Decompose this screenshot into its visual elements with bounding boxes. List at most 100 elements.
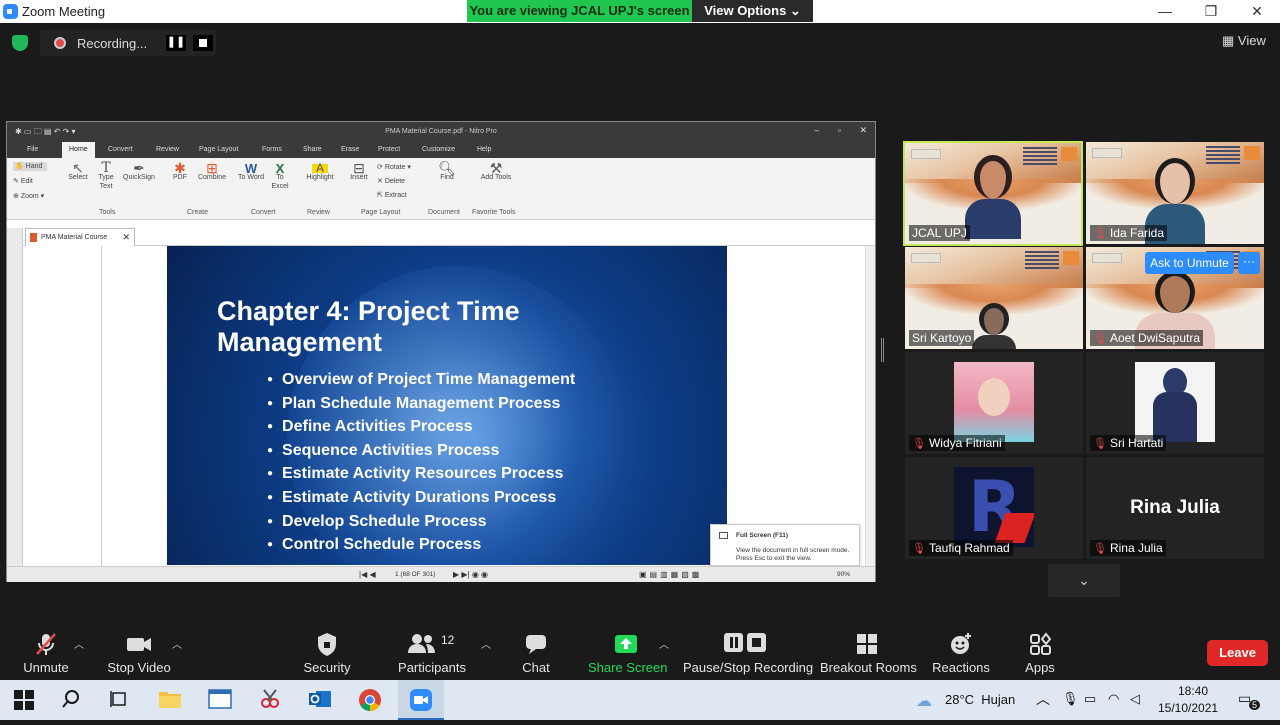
search-icon[interactable] [60,688,84,712]
video-tile-rina-julia[interactable]: Rina Julia 🎙︎ Rina Julia [1086,457,1264,559]
participant-video [972,303,1016,349]
video-tile-sri-kartoyo[interactable]: Sri Kartoyo [905,247,1083,349]
to-excel-button[interactable]: X To Excel [267,162,293,191]
edit-tool[interactable]: ✎ Edit [13,177,33,186]
apps-button[interactable]: Apps [1020,631,1060,675]
bullet-item: Overview of Project Time Management [267,371,575,395]
participants-options-caret[interactable]: ︿ [481,636,491,651]
task-view-icon[interactable] [108,688,132,712]
zoom-taskbar-item[interactable] [398,680,444,720]
chrome-icon[interactable] [358,688,382,712]
microphone-tray-icon[interactable]: 🎙︎ [1062,691,1079,707]
menu-review[interactable]: Review [156,146,179,153]
video-tile-ida-farida[interactable]: 🎙︎ Ida Farida [1086,142,1264,244]
stop-recording-button[interactable] [193,35,213,51]
combine-button[interactable]: ⊞ Combine [195,161,229,182]
add-tools-button[interactable]: ⚒ Add Tools [479,161,513,182]
windows-start-icon[interactable] [12,688,36,712]
page-indicator[interactable]: 1 (68 OF 301) [395,571,435,578]
minimize-button[interactable]: — [1142,0,1188,23]
view-label: View [1237,33,1266,48]
share-screen-button[interactable]: Share Screen [588,631,668,675]
video-tile-jcal-upj[interactable]: JCAL UPJ [903,141,1083,246]
menu-file[interactable]: File [27,146,38,153]
nitro-side-panel[interactable] [7,228,23,566]
more-options-button[interactable]: ··· [1238,252,1260,274]
restore-button[interactable]: ❐ [1188,0,1234,23]
hand-tool[interactable]: ✋ Hand [13,162,47,171]
insert-button[interactable]: ⊟ Insert [346,161,372,182]
wifi-icon[interactable]: ◠ [1108,691,1119,707]
splitter-handle[interactable] [881,338,884,362]
participant-name: 🎙︎ Aoet DwiSaputra [1090,330,1204,346]
delete-button[interactable]: ✕ Delete [377,177,405,186]
security-button[interactable]: Security [300,631,354,675]
page-nav-first-prev[interactable]: |◀ ◀ [359,570,376,579]
close-button[interactable]: ✕ [1234,0,1280,23]
viewing-label: You are viewing JCAL UPJ's screen [467,0,692,22]
pdf-button[interactable]: ✱ PDF [167,161,193,182]
vertical-scrollbar[interactable] [865,246,875,566]
close-tab-icon[interactable]: ✕ [122,232,130,243]
video-tile-sri-hartati[interactable]: 🎙︎ Sri Hartati [1086,352,1264,454]
view-options-button[interactable]: View Options ⌄ [692,0,813,22]
tray-chevron-icon[interactable]: ︿ [1036,689,1050,709]
unmute-button[interactable]: Unmute [18,631,74,675]
view-layout-button[interactable]: ▦ View [1222,33,1266,49]
stop-video-button[interactable]: Stop Video [104,631,174,675]
group-favorite-tools: Favorite Tools [472,209,516,216]
menu-protect[interactable]: Protect [378,146,400,153]
zoom-level[interactable]: 90% [837,571,850,578]
reactions-button[interactable]: Reactions [932,631,990,675]
menu-share[interactable]: Share [303,146,322,153]
chat-button[interactable]: Chat [516,631,556,675]
file-explorer-icon[interactable] [158,688,182,712]
share-options-caret[interactable]: ︿ [659,636,669,651]
menu-home[interactable]: Home [62,142,95,158]
battery-icon[interactable]: ▭ [1084,691,1096,707]
menu-forms[interactable]: Forms [262,146,282,153]
video-camera-icon [127,638,151,651]
gallery-next-page-button[interactable]: ⌄ [1048,564,1120,597]
shared-screen[interactable]: ✱ ▭ 🗀 ▤ ↶ ↷ ▾ PMA Material Course.pdf - … [6,121,876,582]
document-tab[interactable]: PMA Material Course ✕ [25,228,135,246]
to-word-button[interactable]: W To Word [238,162,264,182]
pause-recording-button[interactable]: ❚❚ [166,35,186,51]
video-options-caret[interactable]: ︿ [172,636,182,651]
video-tile-taufiq-rahmad[interactable]: R 🎙︎ Taufiq Rahmad [905,457,1083,559]
ask-to-unmute-button[interactable]: Ask to Unmute [1145,252,1234,274]
participants-button[interactable]: 12 Participants [396,631,468,675]
menu-page-layout[interactable]: Page Layout [199,146,238,153]
quicksign-button[interactable]: ✒ QuickSign [120,161,158,182]
menu-help[interactable]: Help [477,146,491,153]
menu-convert[interactable]: Convert [108,146,133,153]
pause-stop-recording-button[interactable]: Pause/Stop Recording [683,631,813,675]
snipping-tool-icon[interactable] [258,688,282,712]
leave-button[interactable]: Leave [1207,640,1268,666]
breakout-rooms-button[interactable]: Breakout Rooms [820,631,917,675]
video-tile-widya-fitriani[interactable]: 🎙︎ Widya Fitriani [905,352,1083,454]
find-button[interactable]: 🔍︎ Find [434,161,460,182]
participant-name: 🎙︎ Widya Fitriani [909,435,1005,451]
extract-button[interactable]: ⇱ Extract [377,191,407,200]
view-mode-icons[interactable]: ▣▤▥▦▧▩ [639,570,702,579]
participant-name: 🎙︎ Rina Julia [1090,540,1166,556]
menu-customize[interactable]: Customize [422,146,455,153]
volume-icon[interactable]: ◁ [1130,691,1140,707]
audio-options-caret[interactable]: ︿ [74,636,84,651]
encryption-shield-icon[interactable] [12,35,28,51]
clock-date[interactable]: 15/10/2021 [1158,701,1218,715]
muted-mic-icon [36,633,56,655]
zoom-tool[interactable]: ⊕ Zoom ▾ [13,192,44,201]
browser-window-icon[interactable] [208,688,232,712]
highlight-button[interactable]: A Highlight [303,162,337,182]
rotate-button[interactable]: ⟳ Rotate ▾ [377,163,411,172]
weather-text[interactable]: 28°C Hujan [945,692,1015,707]
type-text-button[interactable]: T Type Text [93,161,119,191]
select-button[interactable]: ↖ Select [65,161,91,182]
outlook-icon[interactable] [308,688,332,712]
clock-time[interactable]: 18:40 [1178,684,1208,698]
menu-erase[interactable]: Erase [341,146,359,153]
page-nav-next-last[interactable]: ▶ ▶| ◉ ◉ [453,570,488,579]
highlight-icon: A [312,162,328,174]
